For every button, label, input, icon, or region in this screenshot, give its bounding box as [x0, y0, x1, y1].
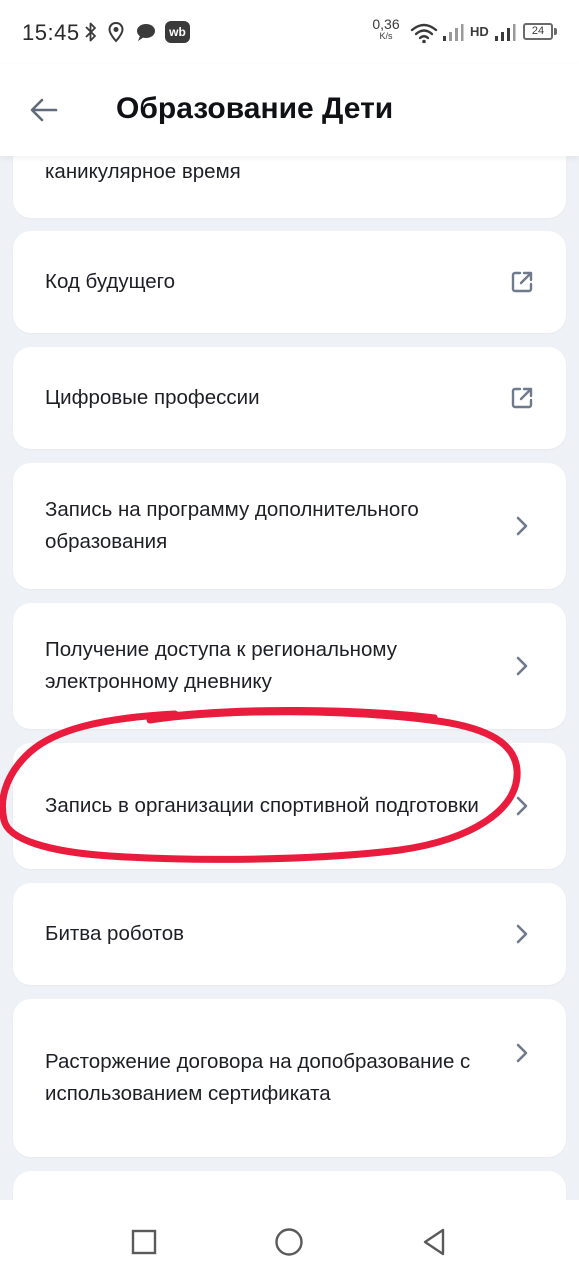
- back-button[interactable]: [22, 90, 66, 130]
- chevron-right-icon: [508, 792, 536, 820]
- recent-apps-button[interactable]: [124, 1222, 164, 1262]
- square-icon: [131, 1229, 157, 1255]
- location-icon: [107, 20, 125, 44]
- chevron-right-icon: [508, 652, 536, 680]
- signal-icon: [442, 22, 464, 46]
- list-item-digital-professions[interactable]: Цифровые профессии: [13, 347, 566, 449]
- app-header: Образование Дети: [0, 64, 579, 156]
- message-icon: [135, 20, 157, 44]
- page-title: Образование Дети: [116, 92, 394, 125]
- battery-tip: [554, 28, 557, 35]
- list-item-label: Расторжение договора на допобразование с…: [45, 1050, 471, 1105]
- bluetooth-icon: [84, 20, 98, 44]
- status-time: 15:45: [22, 20, 80, 45]
- circle-icon: [275, 1228, 303, 1256]
- list-item-label: Получение доступа к региональному электр…: [45, 638, 397, 693]
- chevron-right-icon: [508, 1039, 536, 1067]
- list-item-label: Запись в организации спортивной подготов…: [45, 794, 479, 817]
- arrow-left-icon: [30, 98, 58, 122]
- hd-indicator: HD: [470, 24, 489, 39]
- list-item-label: Запись на программу дополнительного обра…: [45, 498, 419, 553]
- status-bar: 15:45 wb 0,36 K/s HD 24: [0, 0, 579, 64]
- list-item-robot-battle[interactable]: Битва роботов: [13, 883, 566, 985]
- external-link-icon: [508, 268, 536, 296]
- signal-icon-2: [494, 22, 516, 46]
- list-item-electronic-diary[interactable]: Получение доступа к региональному электр…: [13, 603, 566, 729]
- list-item-label: Код будущего: [45, 270, 176, 293]
- wifi-icon: [410, 22, 438, 46]
- list-item-additional-education[interactable]: Запись на программу дополнительного обра…: [13, 463, 566, 589]
- external-link-icon: [508, 384, 536, 412]
- battery-icon: 24: [523, 23, 553, 40]
- list-item-contract-termination[interactable]: Расторжение договора на допобразование с…: [13, 999, 566, 1157]
- chevron-right-icon: [508, 512, 536, 540]
- list-item-partial[interactable]: [13, 1171, 566, 1200]
- list-item-holiday-time[interactable]: каникулярное время: [13, 156, 566, 218]
- list-item-code-of-future[interactable]: Код будущего: [13, 231, 566, 333]
- services-list[interactable]: каникулярное время Код будущего Цифровые…: [0, 156, 579, 1200]
- network-speed: 0,36 K/s: [372, 16, 400, 41]
- chevron-right-icon: [508, 920, 536, 948]
- home-button[interactable]: [269, 1222, 309, 1262]
- back-nav-button[interactable]: [414, 1222, 454, 1262]
- list-item-label: каникулярное время: [45, 160, 241, 183]
- list-item-label: Битва роботов: [45, 922, 184, 945]
- list-item-label: Цифровые профессии: [45, 386, 260, 409]
- wb-app-icon: wb: [165, 21, 190, 43]
- system-navigation-bar: [0, 1200, 579, 1280]
- triangle-back-icon: [423, 1228, 445, 1256]
- list-item-sports-training[interactable]: Запись в организации спортивной подготов…: [13, 743, 566, 869]
